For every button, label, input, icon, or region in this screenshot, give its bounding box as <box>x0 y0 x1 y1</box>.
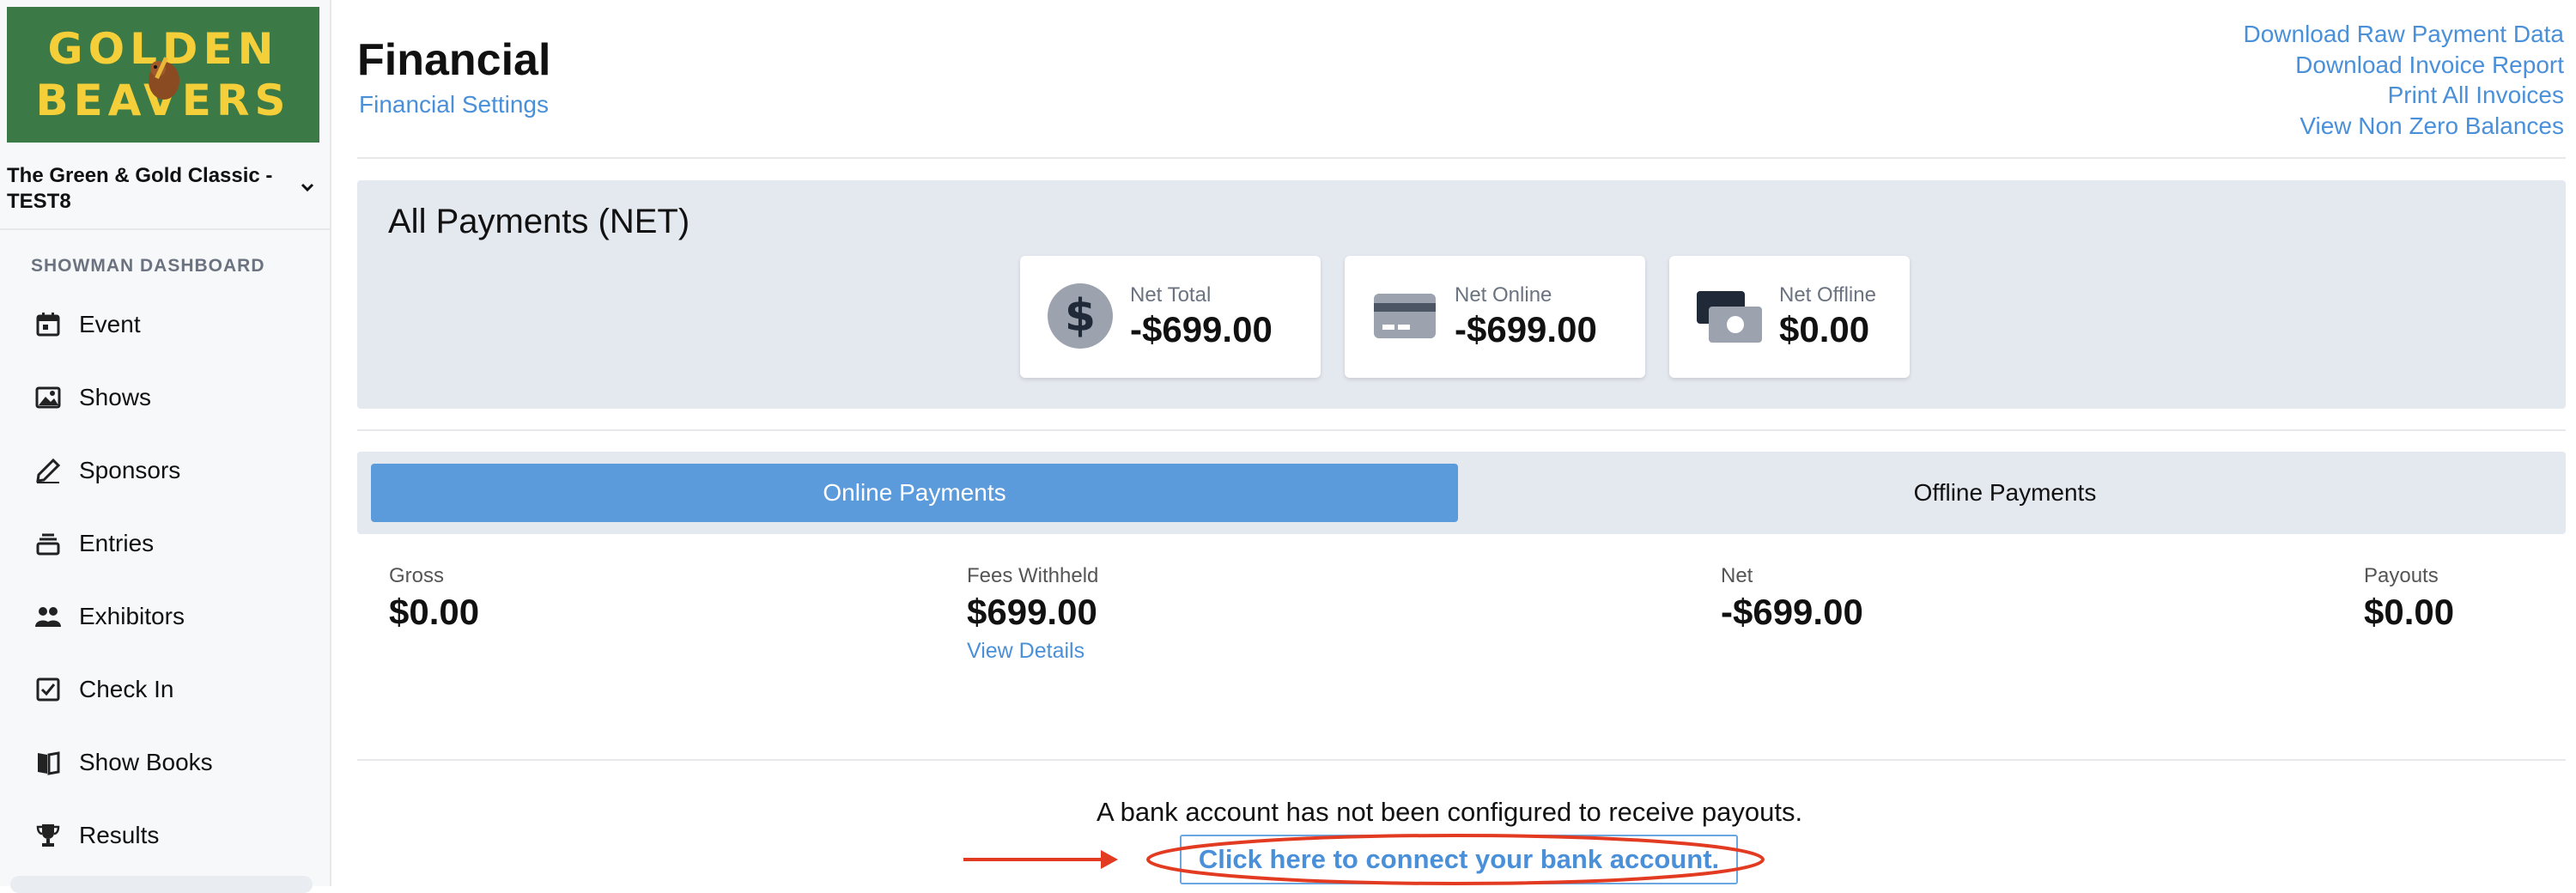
gross-label: Gross <box>389 564 445 587</box>
view-non-zero-balances-link[interactable]: View Non Zero Balances <box>2300 112 2564 139</box>
sidebar-item-label: Shows <box>79 383 152 410</box>
gross-metric: Gross $0.00 <box>389 562 479 634</box>
chevron-down-icon <box>301 183 314 192</box>
net-online-card: Net Online -$699.00 <box>1345 256 1645 378</box>
sidebar-item-label: Results <box>79 821 160 848</box>
sidebar-divider <box>0 228 330 230</box>
net-online-value: -$699.00 <box>1455 309 1597 349</box>
net-offline-card: Net Offline $0.00 <box>1669 256 1910 378</box>
net-metric: Net -$699.00 <box>1721 562 1863 634</box>
sidebar-item-label: Exhibitors <box>79 602 185 629</box>
payouts-label: Payouts <box>2364 564 2439 587</box>
users-icon <box>31 599 65 634</box>
net-online-label: Net Online <box>1455 283 1552 307</box>
trophy-icon <box>31 818 65 853</box>
tab-online-payments[interactable]: Online Payments <box>371 464 1458 522</box>
gross-value: $0.00 <box>389 592 480 632</box>
event-name: The Green & Gold Classic - TEST8 <box>7 164 273 213</box>
summary-divider <box>357 429 2566 431</box>
sidebar-item-label: Entries <box>79 529 155 556</box>
header-divider <box>357 157 2566 159</box>
sidebar-item-check-in[interactable]: Check In <box>0 653 330 726</box>
beaver-icon <box>149 57 179 100</box>
checkbox-icon <box>31 672 65 707</box>
svg-text:$: $ <box>1065 290 1096 342</box>
sidebar-item-label: Event <box>79 310 141 337</box>
net-total-card: $ Net Total -$699.00 <box>1020 256 1321 378</box>
sidebar-item-exhibitors[interactable]: Exhibitors <box>0 580 330 653</box>
metrics-divider <box>357 759 2566 761</box>
connect-bank-account-link[interactable]: Click here to connect your bank account. <box>1199 844 1719 875</box>
sidebar-nav: Event Shows Sponsors Entries Exhibitors <box>0 288 330 872</box>
dollar-circle-icon: $ <box>1046 282 1115 350</box>
bank-not-configured-message: A bank account has not been configured t… <box>1097 797 1803 827</box>
credit-card-icon <box>1370 282 1439 350</box>
sidebar-item-label: Show Books <box>79 748 213 775</box>
sidebar-item-label: Check In <box>79 675 174 702</box>
page-title: Financial <box>357 35 551 85</box>
net-total-label: Net Total <box>1130 283 1212 307</box>
summary-title: All Payments (NET) <box>388 203 690 240</box>
sidebar-item-entries[interactable]: Entries <box>0 507 330 580</box>
view-details-link[interactable]: View Details <box>967 639 1084 663</box>
stack-icon <box>31 526 65 561</box>
payments-summary-panel: All Payments (NET) $ Net Total -$699.00 … <box>357 180 2566 409</box>
sidebar-item-partial[interactable] <box>10 876 313 893</box>
connect-bank-account-box[interactable]: Click here to connect your bank account. <box>1180 835 1738 884</box>
annotation-arrow <box>963 850 1118 869</box>
fees-withheld-label: Fees Withheld <box>967 564 1099 587</box>
sidebar-item-event[interactable]: Event <box>0 288 330 361</box>
net-label: Net <box>1721 564 1753 587</box>
net-offline-label: Net Offline <box>1779 283 1876 307</box>
fees-withheld-metric: Fees Withheld $699.00 View Details <box>967 562 1098 668</box>
sidebar-item-show-books[interactable]: Show Books <box>0 726 330 799</box>
sidebar-item-sponsors[interactable]: Sponsors <box>0 434 330 507</box>
download-invoice-report-link[interactable]: Download Invoice Report <box>2295 52 2564 78</box>
fees-withheld-value: $699.00 <box>967 592 1097 632</box>
cash-icon <box>1695 282 1764 350</box>
tab-offline-payments[interactable]: Offline Payments <box>1458 464 2552 522</box>
payouts-value: $0.00 <box>2364 592 2455 632</box>
net-total-value: -$699.00 <box>1130 309 1273 349</box>
sidebar: GOLDEN BEAVERS The Green & Gold Classic … <box>0 0 331 893</box>
sidebar-item-results[interactable]: Results <box>0 799 330 872</box>
report-links: Download Raw Payment Data Download Invoi… <box>2243 19 2564 141</box>
financial-settings-link[interactable]: Financial Settings <box>359 91 549 118</box>
image-icon <box>31 380 65 415</box>
sidebar-item-shows[interactable]: Shows <box>0 361 330 434</box>
payment-tabs: Online Payments Offline Payments <box>357 452 2566 534</box>
download-raw-payment-data-link[interactable]: Download Raw Payment Data <box>2243 21 2564 47</box>
net-value: -$699.00 <box>1721 592 1863 632</box>
event-selector[interactable]: The Green & Gold Classic - TEST8 <box>7 163 319 220</box>
net-offline-value: $0.00 <box>1779 309 1870 349</box>
book-icon <box>31 745 65 780</box>
annotation-overlay <box>963 834 1765 885</box>
sidebar-item-label: Sponsors <box>79 456 181 483</box>
golden-beavers-logo[interactable]: GOLDEN BEAVERS <box>7 7 319 143</box>
payouts-metric: Payouts $0.00 <box>2364 562 2454 634</box>
pen-icon <box>31 453 65 488</box>
section-label: SHOWMAN DASHBOARD <box>31 256 265 276</box>
print-all-invoices-link[interactable]: Print All Invoices <box>2388 82 2564 108</box>
calendar-icon <box>31 307 65 342</box>
